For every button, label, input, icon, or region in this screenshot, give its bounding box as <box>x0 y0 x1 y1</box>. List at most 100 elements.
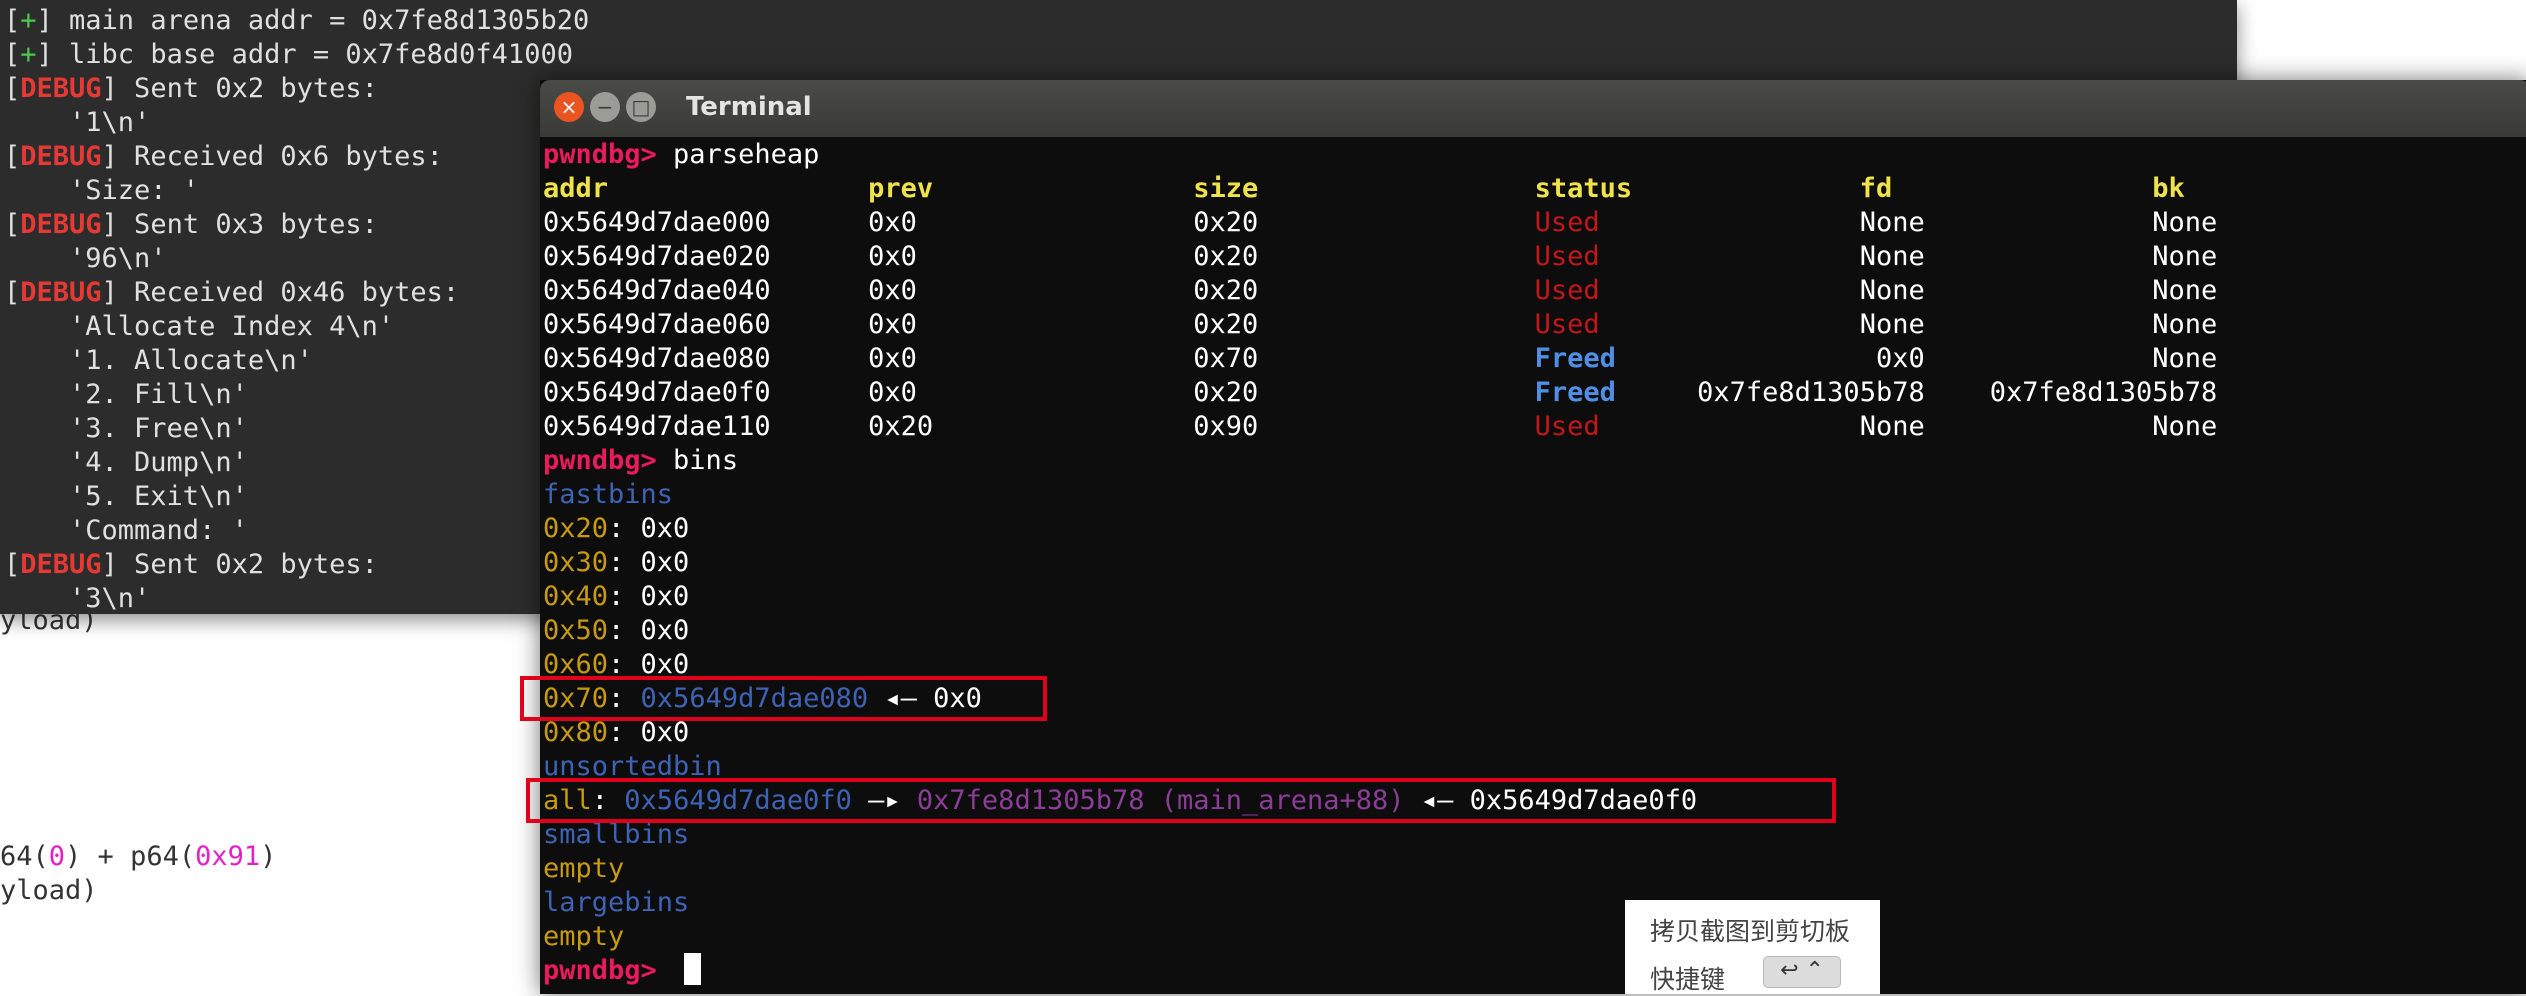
text-segment: [ <box>4 141 21 172</box>
text-segment: [ <box>4 549 21 580</box>
text-segment: pwndbg> <box>543 139 674 170</box>
text-segment: smallbins <box>543 819 690 850</box>
minimize-button[interactable]: − <box>590 92 620 122</box>
terminal-line: 0x5649d7dae040 0x0 0x20 Used None None <box>543 274 2217 308</box>
text-segment: ) + p64( <box>65 841 196 872</box>
text-segment: 'Command: ' <box>4 515 248 546</box>
text-segment: '3\n' <box>4 583 151 614</box>
text-segment: 0x20 <box>543 513 609 544</box>
text-segment: 0x5649d7dae060 0x0 0x20 <box>543 309 1535 340</box>
text-segment: [ <box>4 5 21 36</box>
terminal-line: largebins <box>543 886 689 920</box>
text-segment: ] libc base addr = 0x7fe8d0f41000 <box>36 39 573 70</box>
shortcut-selector[interactable]: ↩ ⌃ <box>1763 956 1841 988</box>
text-segment: addr prev size status fd bk <box>543 173 2185 204</box>
terminal-line: [DEBUG] Sent 0x3 bytes: <box>4 208 378 242</box>
terminal-window[interactable]: × − □ Terminal pwndbg> parseheap addr pre… <box>520 80 2526 994</box>
terminal-line: 0x5649d7dae060 0x0 0x20 Used None None <box>543 308 2217 342</box>
text-segment: '1\n' <box>4 107 151 138</box>
window-title: Terminal <box>686 92 812 122</box>
text-segment: Used <box>1534 241 1600 272</box>
terminal-line: 'Command: ' <box>4 514 248 548</box>
text-segment: 64( <box>0 841 49 872</box>
terminal-line: '5. Exit\n' <box>4 480 248 514</box>
terminal-line: 0x50: 0x0 <box>543 614 689 648</box>
text-segment: fastbins <box>543 479 674 510</box>
terminal-line: pwndbg> <box>543 954 673 988</box>
text-segment: 0x5649d7dae080 0x0 0x70 <box>543 343 1535 374</box>
terminal-line: [DEBUG] Sent 0x2 bytes: <box>4 548 378 582</box>
text-segment: ) <box>260 841 277 872</box>
text-segment: 0x30 <box>543 547 609 578</box>
terminal-line: 0x5649d7dae080 0x0 0x70 Freed 0x0 None <box>543 342 2217 376</box>
terminal-line: 0x5649d7dae000 0x0 0x20 Used None None <box>543 206 2217 240</box>
text-segment: Freed <box>1534 343 1616 374</box>
text-segment: parseheap <box>673 139 820 170</box>
text-segment: None None <box>1599 275 2218 306</box>
screenshot-tool-popup: 拷贝截图到剪切板 快捷键 ↩ ⌃ <box>1625 900 1880 994</box>
terminal-line: pwndbg> bins <box>543 444 738 478</box>
terminal-line: '3\n' <box>4 582 150 616</box>
text-segment: : 0x0 <box>608 581 690 612</box>
text-segment: ] Sent 0x3 bytes: <box>101 209 378 240</box>
text-segment: 0x50 <box>543 615 609 646</box>
text-segment: 0x80 <box>543 717 609 748</box>
terminal-line: '2. Fill\n' <box>4 378 248 412</box>
text-segment: '96\n' <box>4 243 167 274</box>
terminal-line: [DEBUG] Sent 0x2 bytes: <box>4 72 378 106</box>
text-segment: 0x0 None <box>1615 343 2218 374</box>
text-segment: '5. Exit\n' <box>4 481 248 512</box>
text-segment: + <box>20 5 37 36</box>
window-titlebar[interactable]: × − □ Terminal <box>540 80 2526 137</box>
terminal-line: addr prev size status fd bk <box>543 172 2185 206</box>
text-segment: '1. Allocate\n' <box>4 345 313 376</box>
terminal-line: '96\n' <box>4 242 167 276</box>
text-segment: [ <box>4 209 21 240</box>
text-segment: Used <box>1534 275 1600 306</box>
text-segment: 'Allocate Index 4\n' <box>4 311 395 342</box>
text-segment: 0x5649d7dae110 0x20 0x90 <box>543 411 1535 442</box>
text-segment: empty <box>543 921 625 952</box>
text-segment: 0 <box>48 841 66 872</box>
terminal-line: 0x5649d7dae020 0x0 0x20 Used None None <box>543 240 2217 274</box>
text-segment: : 0x0 <box>608 717 690 748</box>
text-segment: empty <box>543 853 625 884</box>
text-segment: [ <box>4 73 21 104</box>
shortcut-label: 快捷键 <box>1650 965 1726 994</box>
text-segment: DEBUG <box>20 549 102 580</box>
terminal-line: 'Allocate Index 4\n' <box>4 310 394 344</box>
terminal-line: 'Size: ' <box>4 174 199 208</box>
terminal-line: [+] main arena addr = 0x7fe8d1305b20 <box>4 4 589 38</box>
text-segment: DEBUG <box>20 73 102 104</box>
text-segment: + <box>20 39 37 70</box>
editor-line: yload) <box>0 874 98 908</box>
terminal-line: '3. Free\n' <box>4 412 248 446</box>
terminal-line: empty <box>543 920 624 954</box>
text-segment: : 0x0 <box>608 513 690 544</box>
text-segment: DEBUG <box>20 141 102 172</box>
copy-to-clipboard-label[interactable]: 拷贝截图到剪切板 <box>1650 912 1850 948</box>
terminal-cursor <box>684 953 701 985</box>
terminal-line: [DEBUG] Received 0x46 bytes: <box>4 276 459 310</box>
text-segment: ] Received 0x6 bytes: <box>101 141 443 172</box>
text-segment: ] main arena addr = 0x7fe8d1305b20 <box>36 5 590 36</box>
text-segment: Used <box>1534 309 1600 340</box>
close-button[interactable]: × <box>554 92 584 122</box>
text-segment: None None <box>1599 411 2218 442</box>
text-segment: : 0x0 <box>608 547 690 578</box>
text-segment: 0x5649d7dae0f0 0x0 0x20 <box>543 377 1535 408</box>
fastbin-0x70-highlight <box>520 676 1047 721</box>
text-segment: None None <box>1599 241 2218 272</box>
text-segment: [ <box>4 39 21 70</box>
terminal-line: 0x20: 0x0 <box>543 512 689 546</box>
maximize-button[interactable]: □ <box>626 92 656 122</box>
terminal-line: pwndbg> parseheap <box>543 138 819 172</box>
text-segment: ] Received 0x46 bytes: <box>101 277 460 308</box>
text-segment: ] Sent 0x2 bytes: <box>101 73 378 104</box>
terminal-line: [+] libc base addr = 0x7fe8d0f41000 <box>4 38 573 72</box>
terminal-line: 0x5649d7dae0f0 0x0 0x20 Freed 0x7fe8d130… <box>543 376 2217 410</box>
text-segment: Freed <box>1534 377 1616 408</box>
text-segment: '2. Fill\n' <box>4 379 248 410</box>
terminal-line: '4. Dump\n' <box>4 446 248 480</box>
terminal-line: fastbins <box>543 478 673 512</box>
